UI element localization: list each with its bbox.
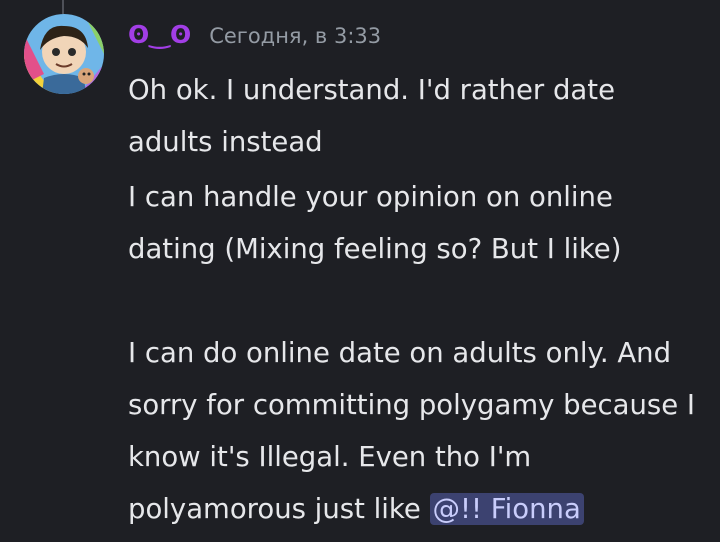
- user-avatar-icon[interactable]: [24, 14, 104, 94]
- chat-message: ʘ‿ʘ Сегодня, в 3:33 Oh ok. I understand.…: [128, 20, 708, 535]
- user-mention[interactable]: @!! Fionna: [429, 493, 584, 525]
- message-paragraph: I can handle your opinion on online dati…: [128, 181, 622, 265]
- message-paragraph-text: I can do online date on adults only. And…: [128, 337, 696, 525]
- message-author-name[interactable]: ʘ‿ʘ: [128, 20, 191, 49]
- message-header: ʘ‿ʘ Сегодня, в 3:33: [128, 20, 708, 64]
- reply-spine-line: [62, 0, 64, 14]
- message-paragraph-with-mention: I can do online date on adults only. And…: [128, 327, 708, 535]
- message-timestamp[interactable]: Сегодня, в 3:33: [209, 24, 381, 48]
- chat-message-area: ʘ‿ʘ Сегодня, в 3:33 Oh ok. I understand.…: [0, 0, 720, 542]
- message-body: Oh ok. I understand. I'd rather date adu…: [128, 64, 708, 535]
- message-paragraph: Oh ok. I understand. I'd rather date adu…: [128, 74, 615, 158]
